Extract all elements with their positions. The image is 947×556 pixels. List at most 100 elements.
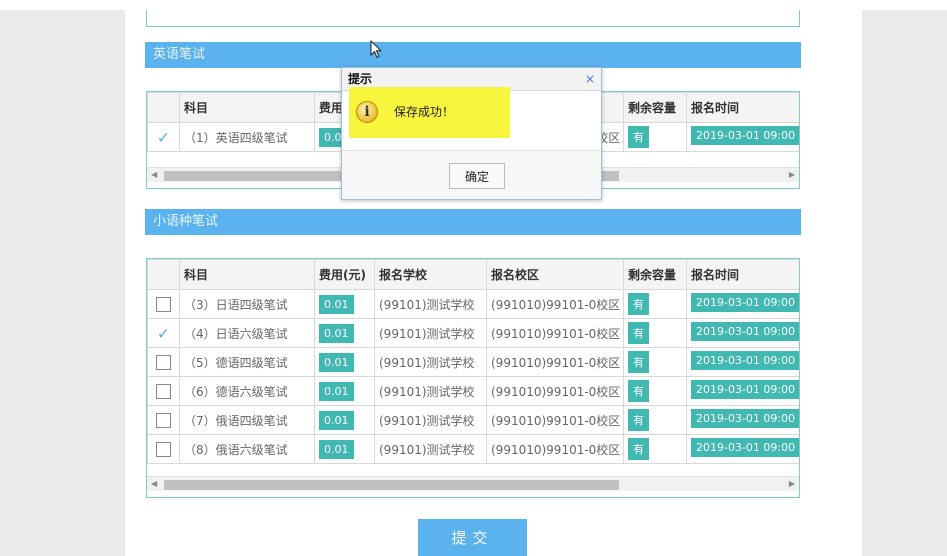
fee-cell: 0.01 [314,434,375,464]
subject-cell: （5）德语四级笔试 [179,347,315,377]
col-campus: 报名校区 [486,259,624,290]
scroll-left-arrow-icon[interactable]: ◀ [151,479,157,488]
scroll-right-arrow-icon[interactable]: ▶ [789,170,795,179]
checkbox[interactable] [156,441,171,457]
fee-cell: 0.01 [314,318,375,348]
checkmark-icon[interactable]: ✓ [157,324,170,343]
col-subject: 科目 [179,259,315,290]
dialog-message: 保存成功！ [394,105,455,119]
checkbox[interactable] [156,412,171,428]
submit-button[interactable]: 提交 [418,519,527,556]
time-cell: 2019-03-01 09:00 [686,122,799,152]
close-icon[interactable]: × [585,68,595,90]
time-cell: 2019-03-01 09:00 [686,347,799,377]
select-cell[interactable] [147,347,180,377]
col-school: 报名学校 [374,259,487,290]
table-row[interactable]: （3）日语四级笔试 0.01 (99101)测试学校 (991010)99101-0校… [147,289,799,319]
section-header-english: 英语笔试 [145,42,801,68]
time-cell: 2019-03-01 09:00 [686,289,799,319]
school-cell: (99101)测试学校 [374,289,487,319]
subject-cell: （1）英语四级笔试 [179,122,315,152]
previous-section-panel [146,10,800,27]
capacity-cell: 有 [623,122,687,152]
table-row[interactable]: ✓ （4）日语六级笔试 0.01 (99101)测试学校 (991010)99101-0… [147,318,799,348]
time-badge: 2019-03-01 09:00 [691,409,799,428]
table-row[interactable]: （7）俄语四级笔试 0.01 (99101)测试学校 (991010)99101-0校… [147,405,799,435]
col-fee: 费用(元) [314,259,375,290]
subject-cell: （6）德语六级笔试 [179,376,315,406]
time-cell: 2019-03-01 09:00 [686,405,799,435]
campus-cell: (991010)99101-0校区 [486,376,624,406]
fee-badge: 0.01 [319,381,354,401]
dialog-body: i 保存成功！ [342,87,601,149]
fee-cell: 0.01 [314,347,375,377]
campus-cell: (991010)99101-0校区 [486,318,624,348]
capacity-badge: 有 [628,322,649,344]
time-badge: 2019-03-01 09:00 [691,351,799,370]
school-cell: (99101)测试学校 [374,405,487,435]
col-time: 报名时间 [686,259,799,290]
time-badge: 2019-03-01 09:00 [691,322,799,341]
school-cell: (99101)测试学校 [374,434,487,464]
subject-cell: （8）俄语六级笔试 [179,434,315,464]
fee-badge: 0.01 [319,439,354,459]
col-capacity: 剩余容量 [623,259,687,290]
time-cell: 2019-03-01 09:00 [686,434,799,464]
campus-cell: (991010)99101-0校区 [486,347,624,377]
capacity-cell: 有 [623,347,687,377]
campus-cell: (991010)99101-0校区 [486,405,624,435]
mouse-pointer-icon [370,40,383,59]
scroll-right-arrow-icon[interactable]: ▶ [789,479,795,488]
scroll-thumb[interactable] [164,480,619,490]
capacity-badge: 有 [628,351,649,373]
col-checkbox [147,92,180,123]
fee-cell: 0.01 [314,405,375,435]
col-capacity: 剩余容量 [623,92,687,123]
select-cell[interactable] [147,405,180,435]
table-row[interactable]: （5）德语四级笔试 0.01 (99101)测试学校 (991010)99101-0校… [147,347,799,377]
checkmark-icon[interactable]: ✓ [157,128,170,147]
fee-badge: 0.01 [319,410,354,430]
checkbox[interactable] [156,354,171,370]
campus-cell: (991010)99101-0校区 [486,434,624,464]
fee-badge: 0.01 [319,352,354,372]
select-cell[interactable]: ✓ [147,122,180,152]
select-cell[interactable] [147,434,180,464]
time-badge: 2019-03-01 09:00 [691,293,799,312]
col-time: 报名时间 [686,92,799,123]
select-cell[interactable] [147,376,180,406]
capacity-cell: 有 [623,289,687,319]
minor-h-scrollbar[interactable]: ◀ ▶ [147,476,799,491]
subject-cell: （4）日语六级笔试 [179,318,315,348]
col-subject: 科目 [179,92,315,123]
capacity-badge: 有 [628,293,649,315]
time-badge: 2019-03-01 09:00 [691,126,799,145]
fee-badge: 0.01 [319,323,354,343]
campus-cell: (991010)99101-0校区 [486,289,624,319]
col-checkbox [147,259,180,290]
fee-cell: 0.01 [314,289,375,319]
school-cell: (99101)测试学校 [374,347,487,377]
capacity-badge: 有 [628,438,649,460]
dialog-footer: 确定 [342,150,601,199]
table-row[interactable]: （6）德语六级笔试 0.01 (99101)测试学校 (991010)99101-0校… [147,376,799,406]
page-margin-right [862,10,947,556]
table-row[interactable]: （8）俄语六级笔试 0.01 (99101)测试学校 (991010)99101-0校… [147,434,799,464]
capacity-badge: 有 [628,126,649,148]
fee-cell: 0.01 [314,376,375,406]
alert-dialog: 提示 × i 保存成功！ 确定 [341,67,602,200]
capacity-cell: 有 [623,376,687,406]
select-cell[interactable] [147,289,180,319]
minor-exam-table: 科目 费用(元) 报名学校 报名校区 剩余容量 报名时间 （3）日语四级笔试 0.… [146,258,800,498]
page-margin-left [0,10,125,556]
time-cell: 2019-03-01 09:00 [686,318,799,348]
select-cell[interactable]: ✓ [147,318,180,348]
checkbox[interactable] [156,296,171,312]
ok-button[interactable]: 确定 [449,163,505,189]
section-header-minor: 小语种笔试 [145,209,801,235]
time-badge: 2019-03-01 09:00 [691,438,799,457]
checkbox[interactable] [156,383,171,399]
scroll-left-arrow-icon[interactable]: ◀ [151,170,157,179]
subject-cell: （7）俄语四级笔试 [179,405,315,435]
capacity-cell: 有 [623,405,687,435]
